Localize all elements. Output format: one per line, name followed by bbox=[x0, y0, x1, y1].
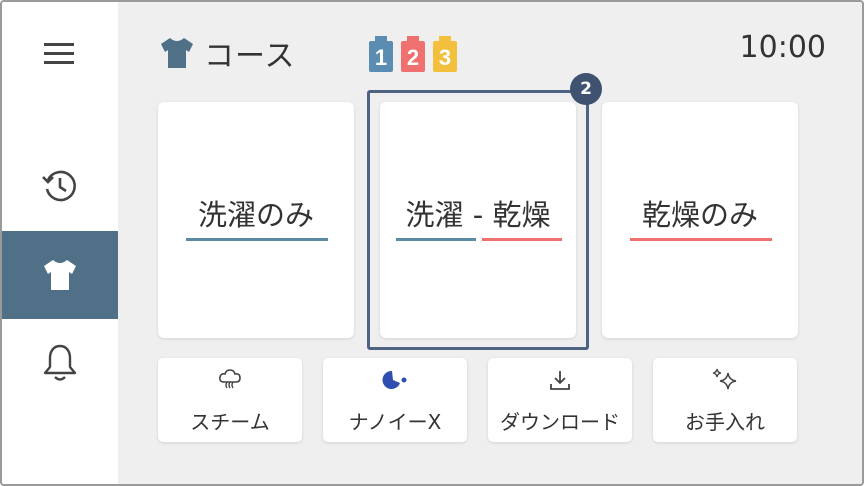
detergent-2-label: 2 bbox=[407, 45, 419, 70]
download-button[interactable]: ダウンロード bbox=[488, 358, 632, 442]
option-label: お手入れ bbox=[685, 410, 765, 434]
maintenance-button[interactable]: お手入れ bbox=[653, 358, 797, 442]
shirt-icon bbox=[161, 38, 193, 68]
course-label: 洗濯 - 乾燥 bbox=[405, 198, 551, 232]
detergent-indicators: 1 2 3 bbox=[366, 36, 460, 72]
course-card-wash-dry[interactable]: 洗濯 - 乾燥 bbox=[380, 102, 576, 338]
course-label: 洗濯のみ bbox=[197, 198, 314, 232]
wash-underline bbox=[396, 238, 476, 241]
detergent-2-icon: 2 bbox=[401, 36, 425, 72]
nanoe-icon bbox=[382, 370, 407, 389]
wash-underline bbox=[186, 238, 328, 241]
menu-button[interactable] bbox=[2, 10, 118, 98]
menu-icon bbox=[44, 43, 74, 64]
history-button[interactable] bbox=[2, 142, 118, 230]
steam-icon bbox=[219, 369, 241, 389]
dry-underline bbox=[482, 238, 562, 241]
detergent-1-icon: 1 bbox=[369, 36, 393, 72]
notification-button[interactable] bbox=[2, 318, 118, 406]
detergent-3-label: 3 bbox=[439, 45, 451, 70]
page-title: コース bbox=[204, 39, 296, 74]
nanoe-x-button[interactable]: ナノイーX bbox=[323, 358, 467, 442]
bell-icon bbox=[43, 344, 77, 381]
header-title: コース bbox=[158, 32, 296, 74]
dry-underline bbox=[630, 238, 772, 241]
steam-button[interactable]: スチーム bbox=[158, 358, 302, 442]
option-label: ダウンロード bbox=[500, 410, 620, 434]
history-icon bbox=[42, 170, 76, 202]
main-area: コース 1 2 3 10:00 洗濯のみ 洗濯 - 乾燥 乾燥のみ 2 スチーム… bbox=[118, 2, 862, 484]
course-label: 乾燥のみ bbox=[641, 198, 758, 232]
course-card-wash-only[interactable]: 洗濯のみ bbox=[158, 102, 354, 338]
download-icon bbox=[550, 371, 570, 390]
washer-control-screen: コース 1 2 3 10:00 洗濯のみ 洗濯 - 乾燥 乾燥のみ 2 スチーム… bbox=[0, 0, 864, 486]
clock: 10:00 bbox=[739, 30, 826, 65]
course-nav-button[interactable] bbox=[2, 231, 118, 319]
sidebar bbox=[2, 2, 118, 484]
detergent-3-icon: 3 bbox=[433, 36, 457, 72]
detergent-1-label: 1 bbox=[375, 45, 387, 70]
option-label: ナノイーX bbox=[348, 410, 442, 434]
option-label: スチーム bbox=[190, 410, 270, 434]
shirt-icon bbox=[44, 260, 76, 290]
course-card-dry-only[interactable]: 乾燥のみ bbox=[602, 102, 798, 338]
sparkle-icon bbox=[712, 368, 737, 390]
step-badge: 2 bbox=[570, 73, 602, 105]
